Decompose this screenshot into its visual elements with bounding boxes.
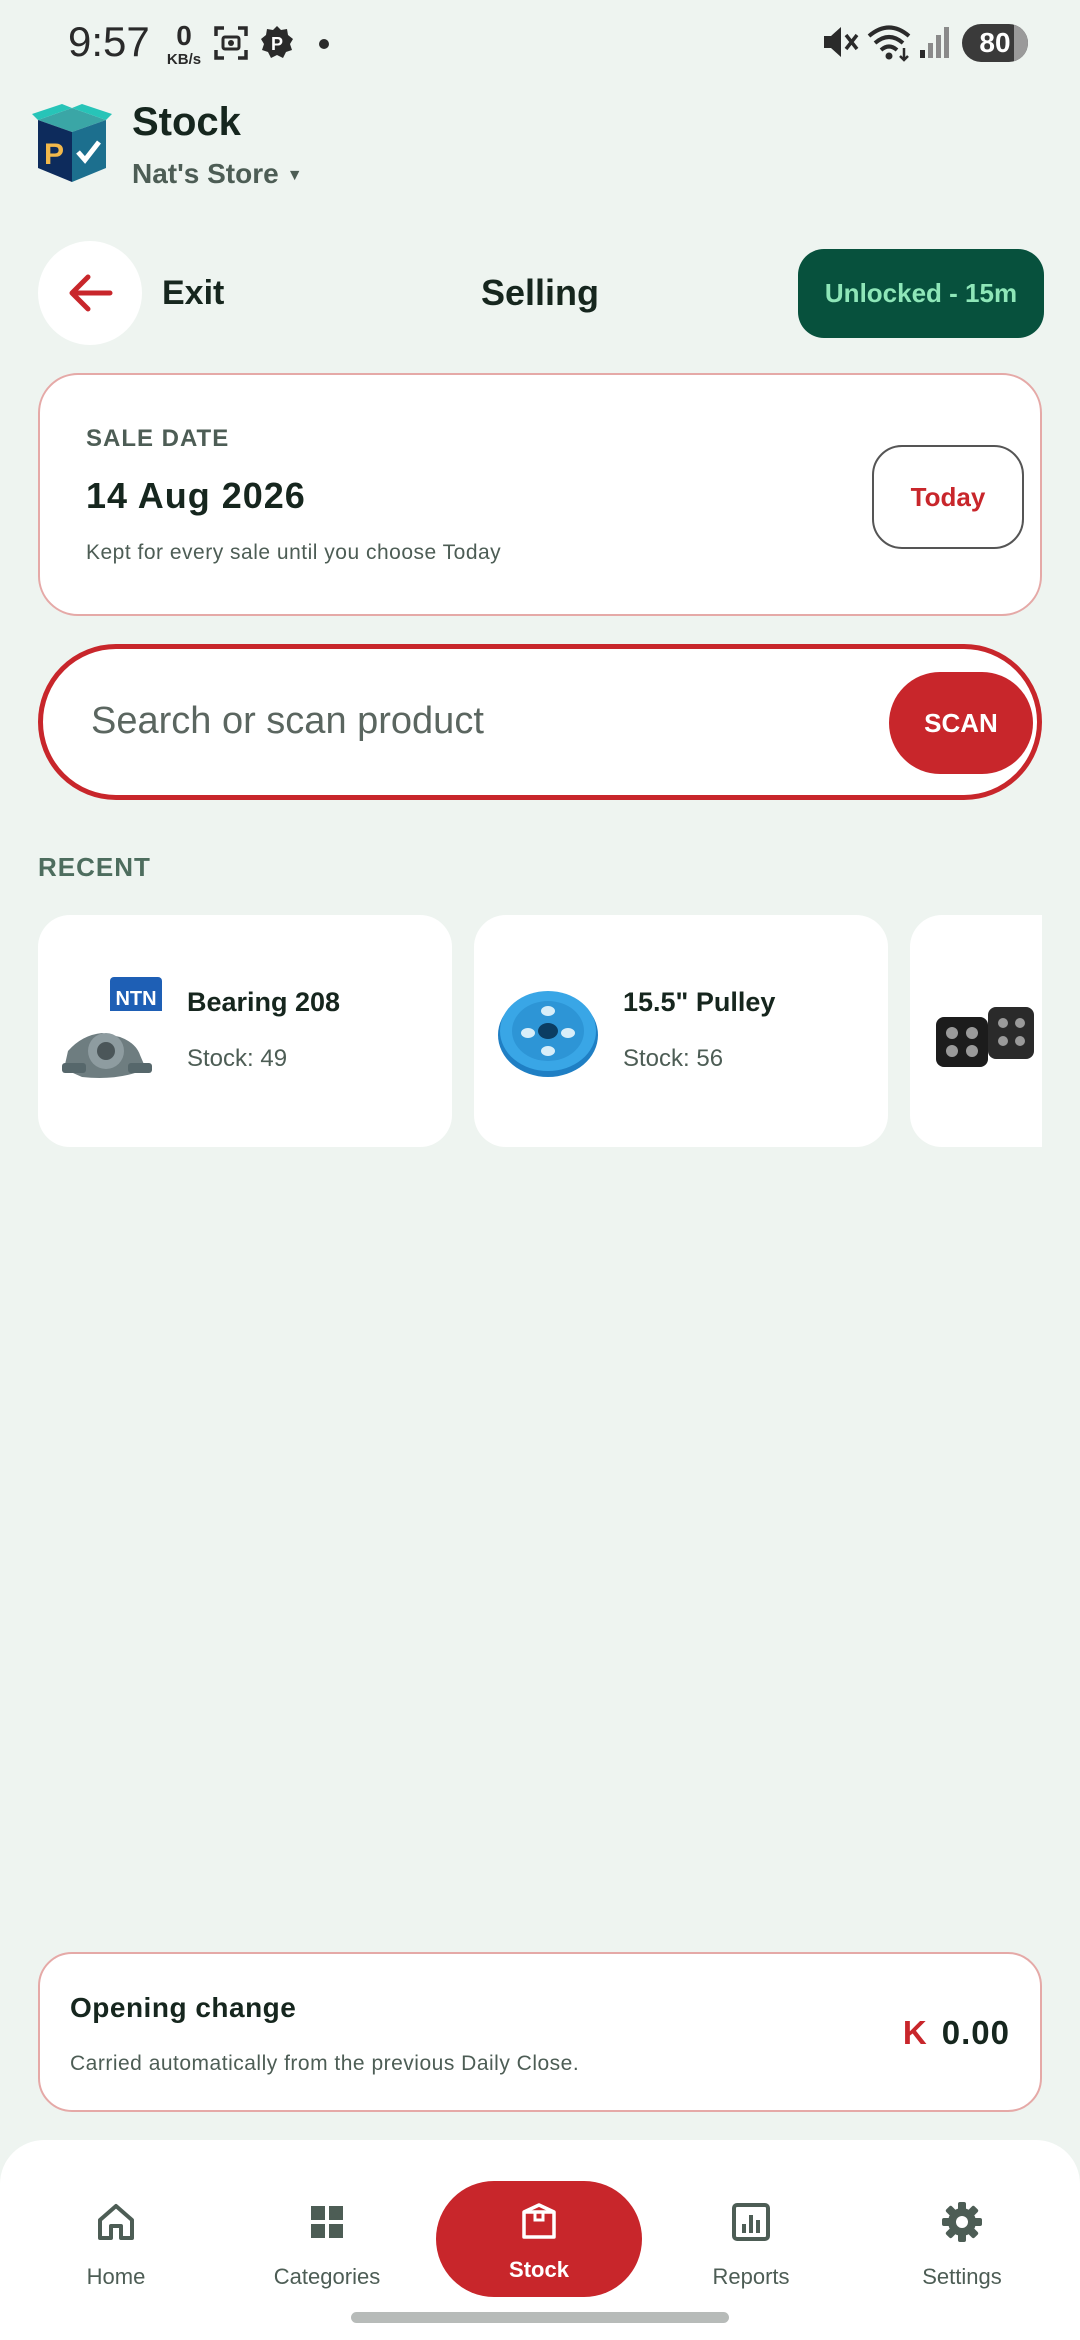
muted-icon — [824, 27, 859, 57]
opening-change-title: Opening change — [70, 1992, 297, 2023]
led-lights-image — [936, 1007, 1034, 1067]
opening-change-card: Opening change Carried automatically fro… — [38, 1952, 1042, 2112]
nav-label: Reports — [712, 2264, 790, 2289]
nav-item-home[interactable]: Home — [26, 2140, 206, 2340]
nav-item-categories[interactable]: Categories — [237, 2140, 417, 2340]
nav-item-stock[interactable]: Stock — [436, 2181, 642, 2297]
nav-item-reports[interactable]: Reports — [661, 2140, 841, 2340]
store-selector[interactable]: Nat's Store ▼ — [132, 158, 303, 190]
opening-change-description: Carried automatically from the previous … — [70, 2052, 580, 2075]
status-bar: 9:57 0 KB/s P 80 — [0, 0, 1080, 84]
wifi-icon — [867, 25, 911, 62]
sale-date-card: SALE DATE 14 Aug 2026 Kept for every sal… — [38, 373, 1042, 616]
nav-label: Categories — [273, 2264, 381, 2289]
sale-date-hint: Kept for every sale until you choose Tod… — [86, 541, 502, 564]
pulley-image — [498, 991, 598, 1077]
notification-dot-icon — [319, 39, 329, 49]
svg-text:NTN: NTN — [115, 988, 156, 1010]
recent-product-name: Bearing 208 — [187, 987, 341, 1017]
today-button[interactable]: Today — [872, 445, 1024, 549]
opening-change-value: 0.00 — [941, 2014, 1010, 2051]
store-name: Nat's Store — [132, 158, 279, 189]
box-icon — [522, 2203, 556, 2239]
network-speed: 0 KB/s — [162, 20, 206, 68]
nav-label: Home — [86, 2264, 146, 2289]
sale-date-value[interactable]: 14 Aug 2026 — [86, 475, 306, 517]
scan-button[interactable]: SCAN — [889, 672, 1033, 774]
svg-text:P: P — [44, 138, 64, 171]
exit-button[interactable] — [38, 241, 142, 345]
page-title: Selling — [480, 272, 600, 313]
exit-label[interactable]: Exit — [162, 274, 224, 313]
search-input[interactable] — [91, 689, 891, 753]
svg-text:P: P — [271, 34, 283, 54]
unlock-status-button[interactable]: Unlocked - 15m — [798, 249, 1044, 338]
parking-icon: P — [261, 26, 293, 58]
gear-icon — [942, 2202, 982, 2242]
nav-item-settings[interactable]: Settings — [872, 2140, 1052, 2340]
currency-symbol: K — [902, 2014, 928, 2051]
status-time: 9:57 — [68, 18, 150, 65]
opening-change-amount: K 0.00 — [903, 2014, 1010, 2052]
network-speed-value: 0 — [176, 20, 192, 51]
nav-label: Stock — [509, 2257, 569, 2282]
recent-product-card[interactable]: 15.5" Pulley Stock: 56 — [474, 915, 888, 1147]
caret-down-icon: ▼ — [286, 166, 303, 184]
signal-icon — [920, 27, 949, 58]
nav-label: Settings — [922, 2264, 1002, 2289]
recent-product-card[interactable] — [910, 915, 1042, 1147]
recent-product-name: 15.5" Pulley — [623, 987, 776, 1017]
recent-product-stock: Stock: 49 — [187, 1045, 288, 1072]
screenshot-icon — [214, 26, 248, 60]
app-logo-box-icon: P — [32, 104, 112, 182]
recent-product-stock: Stock: 56 — [623, 1045, 724, 1072]
sale-date-label: SALE DATE — [86, 425, 230, 452]
recent-product-card[interactable]: NTN Bearing 208 Stock: 49 — [38, 915, 452, 1147]
bearing-image: NTN — [62, 977, 162, 1078]
grid-icon — [311, 2206, 343, 2238]
arrow-left-icon — [69, 274, 113, 312]
app-title: Stock — [132, 100, 241, 144]
network-speed-unit: KB/s — [166, 51, 202, 68]
recent-products-strip[interactable]: NTN Bearing 208 Stock: 49 15.5" Pulley S… — [38, 915, 1042, 1147]
battery-level: 80 — [979, 27, 1011, 58]
battery-icon: 80 — [962, 24, 1028, 62]
home-indicator[interactable] — [351, 2312, 729, 2323]
chart-icon — [732, 2203, 770, 2241]
recent-section-label: RECENT — [38, 852, 151, 882]
search-bar: SCAN — [38, 644, 1042, 800]
home-icon — [98, 2204, 134, 2240]
